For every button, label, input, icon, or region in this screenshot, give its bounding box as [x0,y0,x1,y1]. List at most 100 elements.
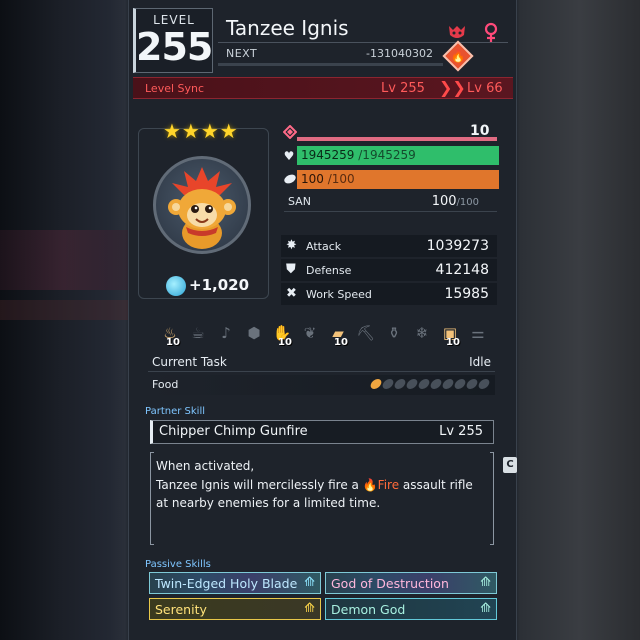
pal-name: Tanzee Ignis [226,16,349,40]
san-current: 100 [431,194,457,209]
work-speed-label: Work Speed [306,288,372,301]
next-label: NEXT [226,47,258,60]
partner-skill-description: When activated, Tanzee Ignis will mercil… [150,452,494,545]
shield-icon: ⛊ [286,262,296,277]
pal-portrait [153,156,251,254]
description-line-2: Tanzee Ignis will mercilessly fire a 🔥Fi… [156,477,473,492]
food-pip [477,379,491,389]
hp-max: /1945259 [354,148,416,162]
next-exp-row: NEXT -131040302 [218,45,443,66]
partner-skill-title[interactable]: Chipper Chimp Gunfire Lv 255 [150,420,494,444]
passive-skills-heading: Passive Skills [145,559,211,570]
background-blur [0,230,128,290]
food-row: Food [148,375,495,395]
fire-word: Fire [377,477,400,492]
food-pip [441,379,455,389]
heart-icon: ♥ [283,149,295,163]
passive-skill-3[interactable]: Serenity ⟰ [149,598,321,620]
hunger-current: 100 [301,172,324,186]
defense-value: 412148 [435,262,489,278]
passive-skill-1[interactable]: Twin-Edged Holy Blade ⟰ [149,572,321,594]
work-suitability-row: ♨ 10 ☕ ♪ ⬢ ✋ 10 ❦ ▰ 10 ⛏ ⚱ ❄ ▣ 10 ⚌ [148,322,493,350]
bracket-left [150,452,154,545]
description-line-1: When activated, [156,459,255,473]
work-speed-row: ✖ Work Speed 15985 [281,283,497,305]
hp-current: 1945259 [301,148,355,162]
level-box: LEVEL 255 [133,8,213,73]
food-pips [369,379,491,389]
defense-row: ⛊ Defense 412148 [281,259,497,281]
bread-icon [284,174,296,184]
trust-icon [166,276,186,296]
rank-up-icon: ⟰ [480,575,491,590]
planting-icon: ♪ [221,324,231,342]
partner-skill-heading: Partner Skill [145,406,205,417]
food-pip [417,379,431,389]
fire-element-icon-small: 🔥 [362,477,378,492]
trust-value: +1,020 [189,276,250,294]
food-pip [453,379,467,389]
tanzee-ignis-image [168,167,236,249]
passive-skill-name: God of Destruction [331,576,449,591]
level-sync-bar: Level Sync Lv 255 ❯❯ Lv 66 [133,77,513,99]
current-task-label: Current Task [152,355,227,369]
work-speed-value: 15985 [444,286,489,302]
partner-skill-level: Lv 255 [439,424,483,439]
rank-up-icon: ⟰ [304,575,315,590]
rank-up-icon: ⟰ [304,601,315,616]
female-gender-icon [484,22,498,42]
exp-bar [218,63,443,66]
watering-icon: ☕ [191,324,205,342]
medicine-icon: ⚱ [387,324,401,342]
san-label: SAN [288,195,311,208]
san-max: /100 [456,197,479,208]
defense-label: Defense [306,264,352,277]
lumbering-icon: ▰ 10 [332,324,348,348]
side-key-hint[interactable]: C [503,457,517,473]
food-label: Food [152,378,179,391]
name-area: Tanzee Ignis [218,8,508,43]
hunger-bar: 100 /100 [297,170,499,189]
electricity-icon: ⬢ [247,324,261,342]
hp-bar: 1945259 /1945259 [297,146,499,165]
food-pip [369,379,383,389]
rank-up-icon: ⟰ [480,601,491,616]
rank-bar [297,137,497,141]
handiwork-icon: ✋ 10 [272,324,292,348]
hunger-max: /100 [323,172,355,186]
hammer-icon: ✖ [286,286,297,301]
passive-skill-name: Twin-Edged Holy Blade [155,576,298,591]
farming-icon: ⚌ [471,324,485,342]
food-pip [393,379,407,389]
passive-skill-name: Serenity [155,602,207,617]
background-blur-2 [0,300,128,320]
food-pip [429,379,443,389]
current-task-value: Idle [469,355,491,369]
next-value: -131040302 [366,47,433,60]
attack-label: Attack [306,240,342,253]
food-pip [405,379,419,389]
attack-icon: ✸ [286,238,297,253]
gathering-icon: ❦ [303,324,317,342]
rank-value: 10 [470,123,490,139]
passive-skill-2[interactable]: God of Destruction ⟰ [325,572,497,594]
cooling-icon: ❄ [415,324,429,342]
passive-skill-name: Demon God [331,602,406,617]
level-number: 255 [136,25,213,69]
food-pip [465,379,479,389]
partner-skill-name: Chipper Chimp Gunfire [159,424,308,439]
level-sync-label: Level Sync [145,82,205,95]
mining-icon: ⛏ [356,324,376,342]
level-sync-to: Lv 66 [467,81,503,96]
rank-stars: ★★★★ [163,119,239,143]
food-pip [381,379,395,389]
level-sync-from: Lv 255 [381,81,425,96]
level-sync-arrow-icon: ❯❯ [439,78,466,97]
kindling-icon: ♨ 10 [163,324,180,348]
transporting-icon: ▣ 10 [442,324,460,348]
description-line-3: at nearby enemies for a limited time. [156,496,381,510]
current-task-row: Current Task Idle [148,352,495,372]
bracket-right [490,452,494,545]
condenser-rank-icon [283,125,297,139]
passive-skill-4[interactable]: Demon God ⟰ [325,598,497,620]
